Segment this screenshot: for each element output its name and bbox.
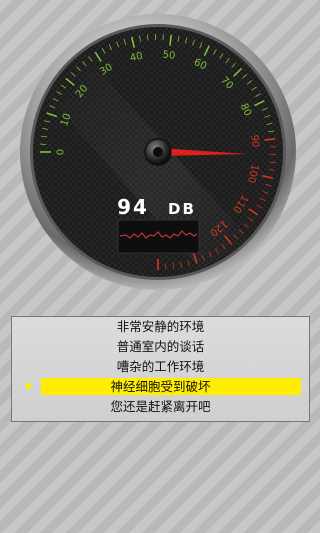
gauge-tick-label: 50 [162, 49, 176, 61]
level-item-indoor-conversation[interactable]: 普通室内的谈话 [12, 337, 309, 356]
waveform-display [117, 219, 200, 254]
readout-unit: DB [168, 200, 196, 218]
level-item-label: 普通室内的谈话 [116, 339, 205, 354]
selection-arrow-icon [26, 382, 33, 390]
noise-level-list: 非常安静的环境 普通室内的谈话 嘈杂的工作环境 神经细胞受到破坏 您还是赶紧离开… [11, 316, 310, 422]
level-item-very-quiet[interactable]: 非常安静的环境 [12, 317, 309, 336]
level-item-leave-now[interactable]: 您还是赶紧离开吧 [12, 397, 309, 416]
level-item-nerve-damage[interactable]: 神经细胞受到破坏 [12, 377, 309, 396]
level-item-label: 嘈杂的工作环境 [116, 359, 205, 374]
readout-value: 94 [117, 195, 149, 219]
level-item-noisy-workplace[interactable]: 嘈杂的工作环境 [12, 357, 309, 376]
gauge-hub-center [153, 147, 163, 157]
gauge-minor-tick [269, 161, 276, 163]
level-item-label: 非常安静的环境 [116, 319, 205, 334]
level-item-label: 神经细胞受到破坏 [110, 379, 211, 394]
gauge-tick-label: 90 [248, 134, 260, 148]
gauge-minor-tick [147, 34, 149, 41]
gauge-tick-label: 0 [56, 149, 67, 155]
level-item-label: 您还是赶紧离开吧 [110, 399, 211, 414]
sound-meter-gauge: 0102030405060708090100110120130140 94 DB [20, 14, 296, 290]
